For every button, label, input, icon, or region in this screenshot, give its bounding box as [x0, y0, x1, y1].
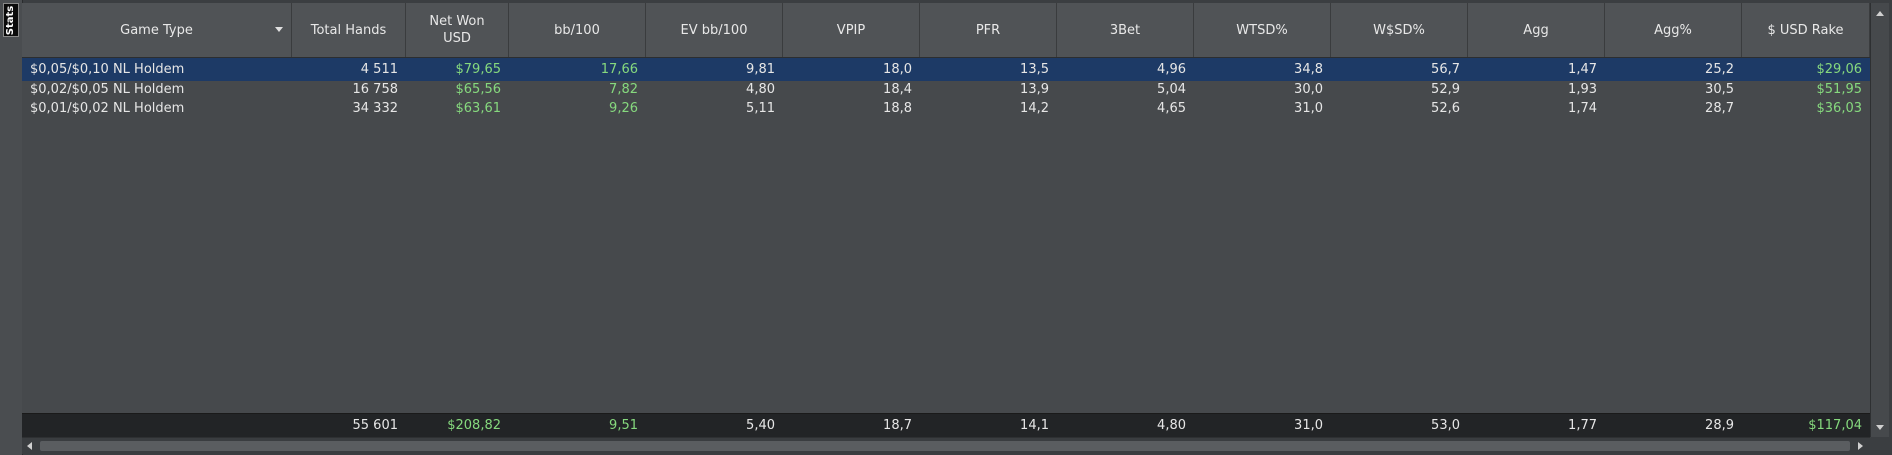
scroll-up-arrow-icon[interactable] — [1876, 11, 1884, 16]
cell-pfr: 14,1 — [1020, 418, 1049, 433]
column-header-wsd[interactable]: W$SD% — [1331, 3, 1468, 57]
cell-net-won: $63,61 — [455, 101, 502, 116]
column-header-label: W$SD% — [1373, 22, 1425, 38]
column-header-label: $ USD Rake — [1767, 22, 1844, 38]
side-panel: Stats — [0, 0, 23, 455]
cell-rake: $117,04 — [1808, 418, 1862, 433]
cell-bb100: 9,51 — [609, 418, 638, 433]
horizontal-scroll-thumb[interactable] — [40, 441, 1850, 451]
cell-vpip: 18,7 — [883, 418, 912, 433]
grid-header: Game Type Total Hands Net Won USD bb/100 EV … — [22, 3, 1870, 58]
cell-bb100: 9,26 — [609, 101, 638, 116]
column-header-label: Agg% — [1654, 22, 1692, 38]
column-header-pfr[interactable]: PFR — [920, 3, 1057, 57]
cell-three-bet: 4,80 — [1157, 418, 1186, 433]
scroll-down-arrow-icon[interactable] — [1876, 425, 1884, 430]
column-header-three-bet[interactable]: 3Bet — [1057, 3, 1194, 57]
cell-pfr: 14,2 — [1020, 101, 1049, 116]
column-header-label: Agg — [1523, 22, 1549, 38]
cell-rake: $36,03 — [1816, 101, 1863, 116]
column-header-vpip[interactable]: VPIP — [783, 3, 920, 57]
column-header-rake[interactable]: $ USD Rake — [1742, 3, 1870, 57]
cell-agg-pct: 28,9 — [1705, 418, 1734, 433]
vertical-scrollbar[interactable] — [1870, 3, 1889, 437]
cell-wsd: 53,0 — [1431, 418, 1460, 433]
cell-three-bet: 4,65 — [1157, 101, 1186, 116]
cell-ev-bb100: 5,11 — [746, 101, 775, 116]
column-header-label: EV bb/100 — [680, 22, 748, 38]
column-header-label: Total Hands — [310, 22, 387, 38]
cell-wtsd: 31,0 — [1294, 418, 1323, 433]
column-header-wtsd[interactable]: WTSD% — [1194, 3, 1331, 57]
column-header-ev-bb100[interactable]: EV bb/100 — [646, 3, 783, 57]
cell-wsd: 52,6 — [1431, 101, 1460, 116]
column-header-label: 3Bet — [1109, 22, 1141, 38]
column-header-label: Game Type — [120, 22, 193, 38]
cell-agg-pct: 28,7 — [1705, 101, 1734, 116]
scroll-left-arrow-icon[interactable] — [27, 442, 32, 450]
stats-tab[interactable]: Stats — [3, 3, 19, 37]
cell-vpip: 18,8 — [883, 101, 912, 116]
horizontal-scrollbar[interactable] — [22, 437, 1870, 454]
cell-ev-bb100: 5,40 — [746, 418, 775, 433]
column-header-game-type[interactable]: Game Type — [22, 3, 292, 57]
column-header-label: Net Won USD — [429, 14, 485, 46]
cell-game-type — [22, 414, 292, 437]
cell-total-hands: 34 332 — [352, 101, 399, 116]
cell-game-type: $0,01/$0,02 NL Holdem — [30, 101, 185, 116]
column-header-agg[interactable]: Agg — [1468, 3, 1605, 57]
stats-tab-label: Stats — [5, 5, 17, 35]
column-header-label: WTSD% — [1236, 22, 1288, 38]
column-header-net-won[interactable]: Net Won USD — [406, 3, 509, 57]
column-header-agg-pct[interactable]: Agg% — [1605, 3, 1742, 57]
stats-grid: Game Type Total Hands Net Won USD bb/100 EV … — [22, 3, 1870, 440]
cell-total-hands: 55 601 — [352, 418, 399, 433]
column-header-bb100[interactable]: bb/100 — [509, 3, 646, 57]
chevron-down-icon[interactable] — [275, 27, 283, 32]
column-header-label: VPIP — [836, 22, 866, 38]
cell-wtsd: 31,0 — [1294, 101, 1323, 116]
table-row[interactable]: $0,01/$0,02 NL Holdem 34 332 $63,61 9,26 5,1… — [22, 97, 1870, 120]
totals-row: 55 601 $208,82 9,51 5,40 18,7 14,1 4,80 31,0 53,… — [22, 413, 1870, 437]
cell-agg: 1,77 — [1568, 418, 1597, 433]
column-header-label: PFR — [975, 22, 1001, 38]
column-header-total-hands[interactable]: Total Hands — [292, 3, 406, 57]
cell-net-won: $208,82 — [447, 418, 501, 433]
scroll-right-arrow-icon[interactable] — [1858, 442, 1863, 450]
column-header-label: bb/100 — [554, 22, 600, 38]
cell-agg: 1,74 — [1568, 101, 1597, 116]
